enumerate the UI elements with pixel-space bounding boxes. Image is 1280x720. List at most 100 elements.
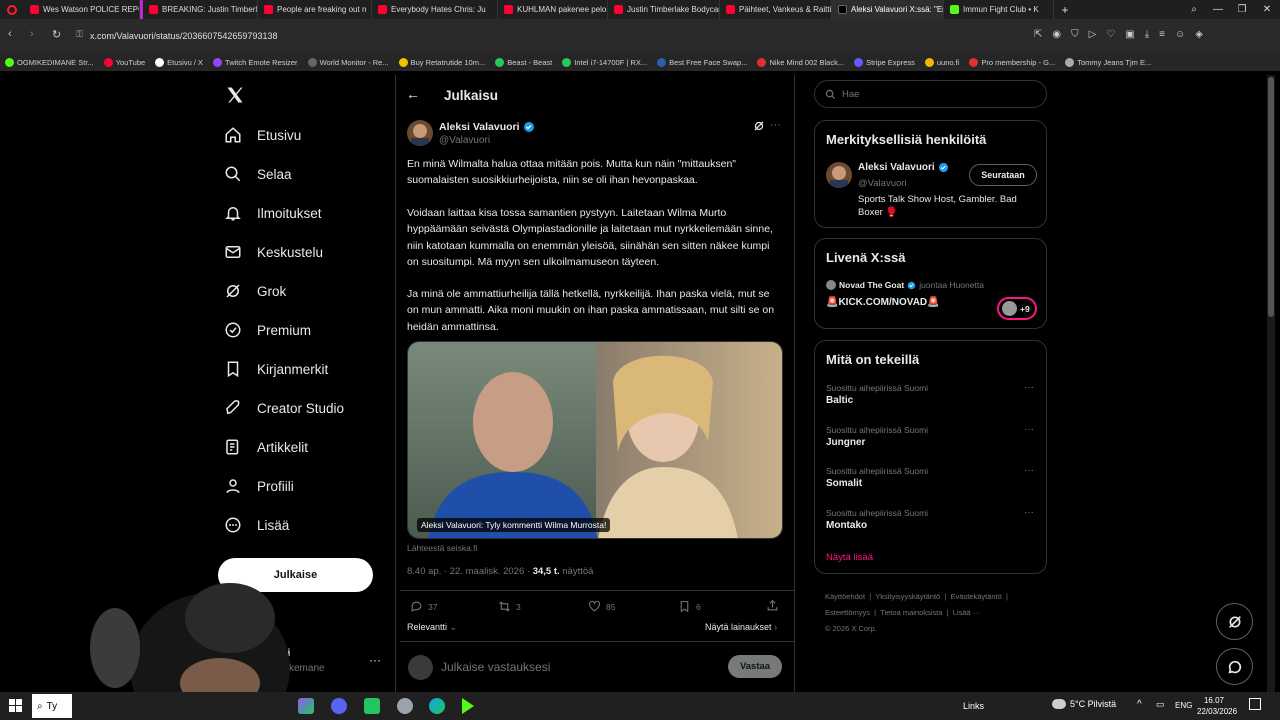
- author-avatar[interactable]: [407, 120, 433, 146]
- footer-link[interactable]: Käyttöehdot: [825, 592, 865, 601]
- account-more-icon[interactable]: ···: [369, 653, 381, 667]
- browser-tab[interactable]: Immun Fight Club • K: [944, 0, 1054, 19]
- trend-more-icon[interactable]: ···: [1024, 465, 1034, 476]
- trend-more-icon[interactable]: ···: [1024, 507, 1034, 518]
- browser-tab[interactable]: BREAKING: Justin Timberl: [140, 0, 258, 19]
- footer-link[interactable]: Lisää ···: [953, 608, 981, 617]
- live-host-row[interactable]: Novad The Goat juontaa Huonetta: [826, 280, 984, 290]
- sort-dropdown[interactable]: Relevantti ⌄: [407, 622, 457, 633]
- maximize-button[interactable]: ❐: [1230, 4, 1254, 15]
- nav-grok[interactable]: Grok: [222, 276, 286, 306]
- nav-notifications[interactable]: Ilmoitukset: [222, 198, 322, 228]
- site-info-icon[interactable]: ⚿: [76, 29, 83, 40]
- bookmark-item[interactable]: Best Free Face Swap...: [652, 57, 752, 67]
- notifications-icon[interactable]: [1249, 698, 1261, 710]
- browser-tab[interactable]: Wes Watson POLICE REPO: [24, 0, 140, 19]
- page-scrollbar[interactable]: [1267, 75, 1275, 692]
- opera-logo-icon[interactable]: [0, 0, 24, 19]
- close-window-button[interactable]: ✕: [1254, 4, 1280, 15]
- browser-tab[interactable]: KUHLMAN pakenee pelon: [498, 0, 608, 19]
- trend-name[interactable]: Baltic: [826, 395, 853, 406]
- trend-name[interactable]: Montako: [826, 520, 867, 531]
- language-indicator[interactable]: ENG: [1175, 701, 1192, 710]
- trend-more-icon[interactable]: ···: [1024, 382, 1034, 393]
- discord-icon[interactable]: [331, 698, 347, 714]
- image-source[interactable]: Lähteestä seiska.fi: [407, 543, 477, 553]
- back-arrow-icon[interactable]: ←: [406, 86, 420, 102]
- share-icon[interactable]: [766, 599, 779, 615]
- nav-bookmarks[interactable]: Kirjanmerkit: [222, 354, 328, 384]
- reply-action[interactable]: 37: [410, 600, 437, 613]
- bookmark-item[interactable]: Etusivu / X: [150, 57, 208, 67]
- new-tab-button[interactable]: +: [1054, 3, 1076, 17]
- reply-input[interactable]: Julkaise vastauksesi: [441, 660, 550, 674]
- search-tabs-icon[interactable]: ⌕: [1182, 4, 1206, 15]
- tray-chevron-icon[interactable]: ^: [1137, 699, 1142, 710]
- bookmark-item[interactable]: Pro membership - G...: [964, 57, 1060, 67]
- taskbar-links[interactable]: Links: [963, 701, 984, 711]
- trend-name[interactable]: Somalit: [826, 478, 862, 489]
- app-icon[interactable]: [397, 698, 413, 714]
- app-icon[interactable]: [298, 698, 314, 714]
- app-icon[interactable]: [364, 698, 380, 714]
- bookmark-action[interactable]: 6: [678, 600, 701, 613]
- following-button[interactable]: Seurataan: [969, 164, 1037, 186]
- repost-action[interactable]: 3: [498, 600, 521, 613]
- minimize-button[interactable]: —: [1206, 4, 1230, 15]
- show-more-link[interactable]: Näytä lisää: [826, 552, 873, 563]
- post-more-icon[interactable]: ···: [770, 119, 781, 131]
- trend-name[interactable]: Jungner: [826, 437, 865, 448]
- bookmark-item[interactable]: Beast - Beast: [490, 57, 557, 67]
- grok-float-button[interactable]: [1216, 603, 1253, 640]
- show-quotes-link[interactable]: Näytä lainaukset ›: [705, 622, 777, 632]
- kick-icon[interactable]: [462, 698, 474, 714]
- nav-messages[interactable]: Keskustelu: [222, 237, 323, 267]
- aria-icon[interactable]: ◈: [1195, 29, 1203, 40]
- download-icon[interactable]: ⤓: [1145, 29, 1149, 40]
- bookmark-item[interactable]: OGMIKEDIMANE Str...: [0, 57, 99, 67]
- nav-more[interactable]: Lisää: [222, 510, 289, 540]
- bookmark-item[interactable]: YouTube: [99, 57, 150, 67]
- profile-icon[interactable]: ☺: [1175, 29, 1185, 40]
- bookmark-item[interactable]: Nike Mind 002 Black...: [752, 57, 849, 67]
- bookmark-item[interactable]: Twitch Emote Resizer: [208, 57, 303, 67]
- messages-float-button[interactable]: [1216, 648, 1253, 685]
- footer-link[interactable]: Esteettömyys: [825, 608, 870, 617]
- nav-explore[interactable]: Selaa: [222, 159, 292, 189]
- live-room-title[interactable]: 🚨KICK.COM/NOVAD🚨: [826, 297, 940, 308]
- bookmark-item[interactable]: Buy Retatrutide 10m...: [394, 57, 491, 67]
- search-box[interactable]: Hae: [814, 80, 1047, 108]
- nav-premium[interactable]: Premium: [222, 315, 311, 345]
- footer-link[interactable]: Tietoa mainoksista: [880, 608, 942, 617]
- bookmark-item[interactable]: Stripe Express: [849, 57, 920, 67]
- menu-icon[interactable]: ≡: [1159, 29, 1165, 40]
- relevant-avatar[interactable]: [826, 162, 852, 188]
- relevant-name-row[interactable]: Aleksi Valavuori: [858, 162, 949, 173]
- windows-start-icon[interactable]: [9, 699, 22, 715]
- nav-home[interactable]: Etusivu: [222, 120, 301, 150]
- nav-profile[interactable]: Profiili: [222, 471, 294, 501]
- post-timestamp[interactable]: 8.40 ap. · 22. maalisk. 2026 ·: [407, 566, 533, 577]
- taskbar-search[interactable]: ⌕ Ty: [32, 694, 72, 718]
- footer-link[interactable]: Evästekäytäntö: [951, 592, 1002, 601]
- author-name-row[interactable]: Aleksi Valavuori: [439, 121, 535, 133]
- footer-link[interactable]: Yksityisyyskäytäntö: [875, 592, 940, 601]
- x-logo-icon[interactable]: [225, 85, 245, 108]
- taskbar-clock[interactable]: 16.07 22/03/2026: [1197, 695, 1237, 717]
- browser-tab[interactable]: People are freaking out n: [258, 0, 372, 19]
- url-field[interactable]: x.com/Valavuori/status/20366075426597931…: [90, 27, 1130, 45]
- browser-tab-active[interactable]: Aleksi Valavuori X:ssä: "En: [832, 0, 944, 19]
- bookmark-item[interactable]: Tommy Jeans Tjm E...: [1060, 57, 1156, 67]
- bookmark-item[interactable]: World Monitor - Re...: [303, 57, 394, 67]
- grok-explain-icon[interactable]: [753, 120, 765, 135]
- browser-tab[interactable]: Päihteet, Vankeus & Raitti: [720, 0, 832, 19]
- weather-widget[interactable]: 5°C Pilvistä: [1052, 699, 1116, 709]
- back-icon[interactable]: ‹: [8, 28, 12, 40]
- reload-icon[interactable]: ↻: [52, 28, 61, 41]
- live-listeners-badge[interactable]: +9: [997, 297, 1037, 320]
- nav-articles[interactable]: Artikkelit: [222, 432, 308, 462]
- bookmark-item[interactable]: uuno.fi: [920, 57, 965, 67]
- nav-creator-studio[interactable]: Creator Studio: [222, 393, 344, 423]
- scrollbar-thumb[interactable]: [1268, 77, 1274, 317]
- browser-tab[interactable]: Justin Timberlake Bodycar: [608, 0, 720, 19]
